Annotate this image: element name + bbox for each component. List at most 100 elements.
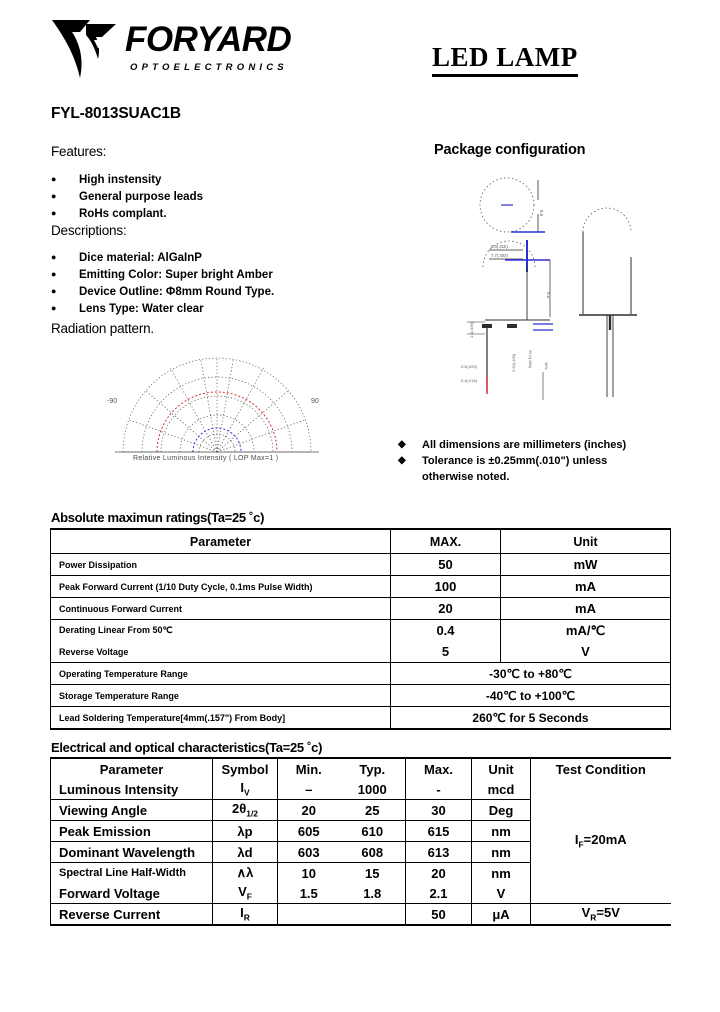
svg-text:8.0(.315): 8.0(.315)	[491, 244, 508, 249]
col-header-test-condition: Test Condition	[530, 757, 671, 779]
col-header-parameter: Parameter	[50, 757, 213, 779]
cell-min: 1.5	[277, 883, 340, 904]
cell-max: 30	[405, 799, 472, 821]
list-item: Lens Type: Water clear	[51, 300, 274, 318]
cell-symbol: ∧λ	[212, 862, 278, 883]
electrical-optical-table: Parameter Symbol Min. Typ. Max. Unit Tes…	[50, 757, 671, 926]
cell-symbol: VF	[212, 883, 278, 904]
cell-value: -30℃ to +80℃	[390, 662, 671, 685]
cell-max: 20	[405, 862, 472, 883]
cell-parameter: Viewing Angle	[50, 799, 213, 821]
list-item: Dice material: AlGaInP	[51, 249, 274, 267]
cell-typ: 25	[339, 799, 406, 821]
cell-parameter: Dominant Wavelength	[50, 841, 213, 863]
cell-min: 10	[277, 862, 340, 883]
col-header-unit: Unit	[500, 528, 671, 554]
radiation-pattern-caption: Relative Luminous Intensity ( LOP Max=1 …	[133, 455, 279, 462]
abs-max-table-title: Absolute maximun ratings(Ta=25 ˚c)	[51, 510, 265, 525]
features-list: High instensity General purpose leads Ro…	[51, 171, 203, 223]
package-drawing: 8.6 8.0(.315) 7.7(.303) 9.5 1.0(.039) 0.…	[461, 177, 637, 400]
svg-text:8.6: 8.6	[539, 210, 544, 217]
svg-text:7.7(.303): 7.7(.303)	[491, 253, 508, 258]
table-row: Derating Linear From 50℃ 0.4 mA/℃	[50, 619, 671, 641]
table-header-row: Parameter Symbol Min. Typ. Max. Unit Tes…	[50, 757, 671, 779]
cell-max: 50	[390, 553, 501, 576]
table-row: Storage Temperature Range -40℃ to +100℃	[50, 684, 671, 707]
cell-unit: mA/℃	[500, 619, 671, 641]
cell-unit: nm	[471, 862, 531, 883]
cell-min: 603	[277, 841, 340, 863]
table-row: Power Dissipation 50 mW	[50, 553, 671, 576]
list-item: General purpose leads	[51, 188, 203, 206]
cell-max: 613	[405, 841, 472, 863]
cell-parameter: Derating Linear From 50℃	[50, 619, 391, 641]
cell-parameter: Peak Forward Current (1/10 Duty Cycle, 0…	[50, 575, 391, 598]
cell-typ: 1000	[339, 779, 406, 800]
descriptions-heading: Descriptions:	[51, 223, 127, 238]
cell-value: 260℃ for 5 Seconds	[390, 706, 671, 730]
cell-symbol: 2θ1/2	[212, 799, 278, 821]
cell-value: -40℃ to +100℃	[390, 684, 671, 707]
list-item: Device Outline: Φ8mm Round Type.	[51, 283, 274, 301]
cell-symbol: IV	[212, 779, 278, 800]
cell-unit: nm	[471, 820, 531, 842]
cell-min	[277, 903, 340, 926]
part-number: FYL-8013SUAC1B	[51, 105, 181, 122]
cell-unit: V	[471, 883, 531, 904]
col-header-unit: Unit	[471, 757, 531, 779]
cell-unit: mA	[500, 597, 671, 620]
package-configuration-heading: Package configuration	[434, 142, 586, 158]
elec-opt-table-title: Electrical and optical characteristics(T…	[51, 740, 323, 755]
cell-symbol: λd	[212, 841, 278, 863]
radiation-axis-left-label: -90	[107, 398, 117, 405]
cell-parameter: Peak Emission	[50, 820, 213, 842]
list-item: All dimensions are millimeters (inches)	[398, 437, 660, 453]
brand-tagline: OPTOELECTRONICS	[130, 62, 288, 73]
table-row: Reverse Current IR 50 μA VR=5V	[50, 903, 671, 926]
cell-parameter: Reverse Current	[50, 903, 213, 926]
svg-text:MIN.: MIN.	[544, 362, 549, 370]
company-logo: FORYARD OPTOELECTRONICS	[50, 18, 340, 80]
svg-text:1.0(.039): 1.0(.039)	[469, 321, 474, 338]
brand-wordmark: FORYARD	[125, 20, 292, 59]
cell-max: -	[405, 779, 472, 800]
cell-typ: 610	[339, 820, 406, 842]
cell-max: 2.1	[405, 883, 472, 904]
descriptions-list: Dice material: AlGaInP Emitting Color: S…	[51, 249, 274, 318]
cell-parameter: Forward Voltage	[50, 883, 213, 904]
svg-text:0.5(.020): 0.5(.020)	[461, 364, 478, 369]
datasheet-page: FORYARD OPTOELECTRONICS LED LAMP FYL-801…	[0, 0, 720, 1012]
cell-min: 20	[277, 799, 340, 821]
table-row: Lead Soldering Temperature[4mm(.157") Fr…	[50, 706, 671, 730]
col-header-min: Min.	[277, 757, 340, 779]
cell-parameter: Continuous Forward Current	[50, 597, 391, 620]
page-title: LED LAMP	[432, 42, 578, 77]
cell-parameter: Power Dissipation	[50, 553, 391, 576]
package-notes-list: All dimensions are millimeters (inches) …	[398, 437, 660, 485]
col-header-symbol: Symbol	[212, 757, 278, 779]
svg-text:2.54(.100): 2.54(.100)	[511, 353, 516, 372]
cell-unit: mcd	[471, 779, 531, 800]
radiation-pattern-figure: -90 90	[107, 357, 319, 453]
cell-test-condition-reverse: VR=5V	[530, 903, 671, 926]
abs-max-ratings-table: Parameter MAX. Unit Power Dissipation 50…	[50, 528, 671, 730]
cell-max: 0.4	[390, 619, 501, 641]
cell-max: 5	[390, 641, 501, 663]
table-row: Peak Forward Current (1/10 Duty Cycle, 0…	[50, 575, 671, 598]
features-heading: Features:	[51, 144, 107, 159]
cell-typ: 15	[339, 862, 406, 883]
cell-min: –	[277, 779, 340, 800]
cell-unit: mA	[500, 575, 671, 598]
svg-text:25.0(.984): 25.0(.984)	[528, 350, 533, 369]
cell-max: 50	[405, 903, 472, 926]
table-row: Reverse Voltage 5 V	[50, 641, 671, 663]
table-row: Continuous Forward Current 20 mA	[50, 597, 671, 620]
col-header-max: MAX.	[390, 528, 501, 554]
cell-symbol: IR	[212, 903, 278, 926]
cell-symbol: λp	[212, 820, 278, 842]
cell-unit: mW	[500, 553, 671, 576]
list-item: Tolerance is ±0.25mm(.010") unless other…	[398, 453, 660, 485]
cell-typ: 1.8	[339, 883, 406, 904]
svg-text:9.5: 9.5	[546, 292, 551, 299]
cell-max: 100	[390, 575, 501, 598]
